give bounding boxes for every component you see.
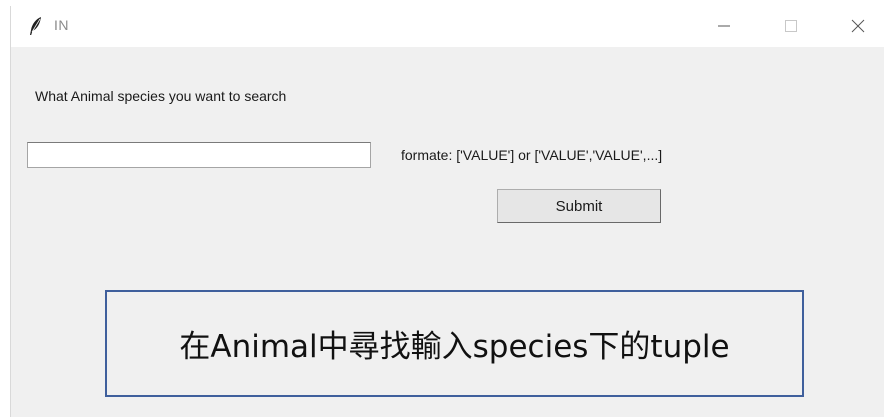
close-icon[interactable] xyxy=(838,10,878,42)
maximize-icon[interactable] xyxy=(771,10,811,42)
annotation-box: 在Animal中尋找輸入species下的tuple xyxy=(105,290,804,397)
feather-icon xyxy=(29,16,43,36)
format-hint-label: formate: ['VALUE'] or ['VALUE','VALUE',.… xyxy=(401,147,663,163)
species-prompt-label: What Animal species you want to search xyxy=(35,88,287,104)
species-input[interactable] xyxy=(27,142,371,168)
annotation-text: 在Animal中尋找輸入species下的tuple xyxy=(179,329,730,365)
submit-button[interactable]: Submit xyxy=(497,189,661,223)
title-bar[interactable]: IN xyxy=(11,6,884,47)
screenshot-stage: IN What Animal species you want to searc… xyxy=(0,0,884,417)
window-title: IN xyxy=(54,17,69,33)
minimize-icon[interactable] xyxy=(704,10,744,42)
app-window: IN What Animal species you want to searc… xyxy=(10,6,884,417)
